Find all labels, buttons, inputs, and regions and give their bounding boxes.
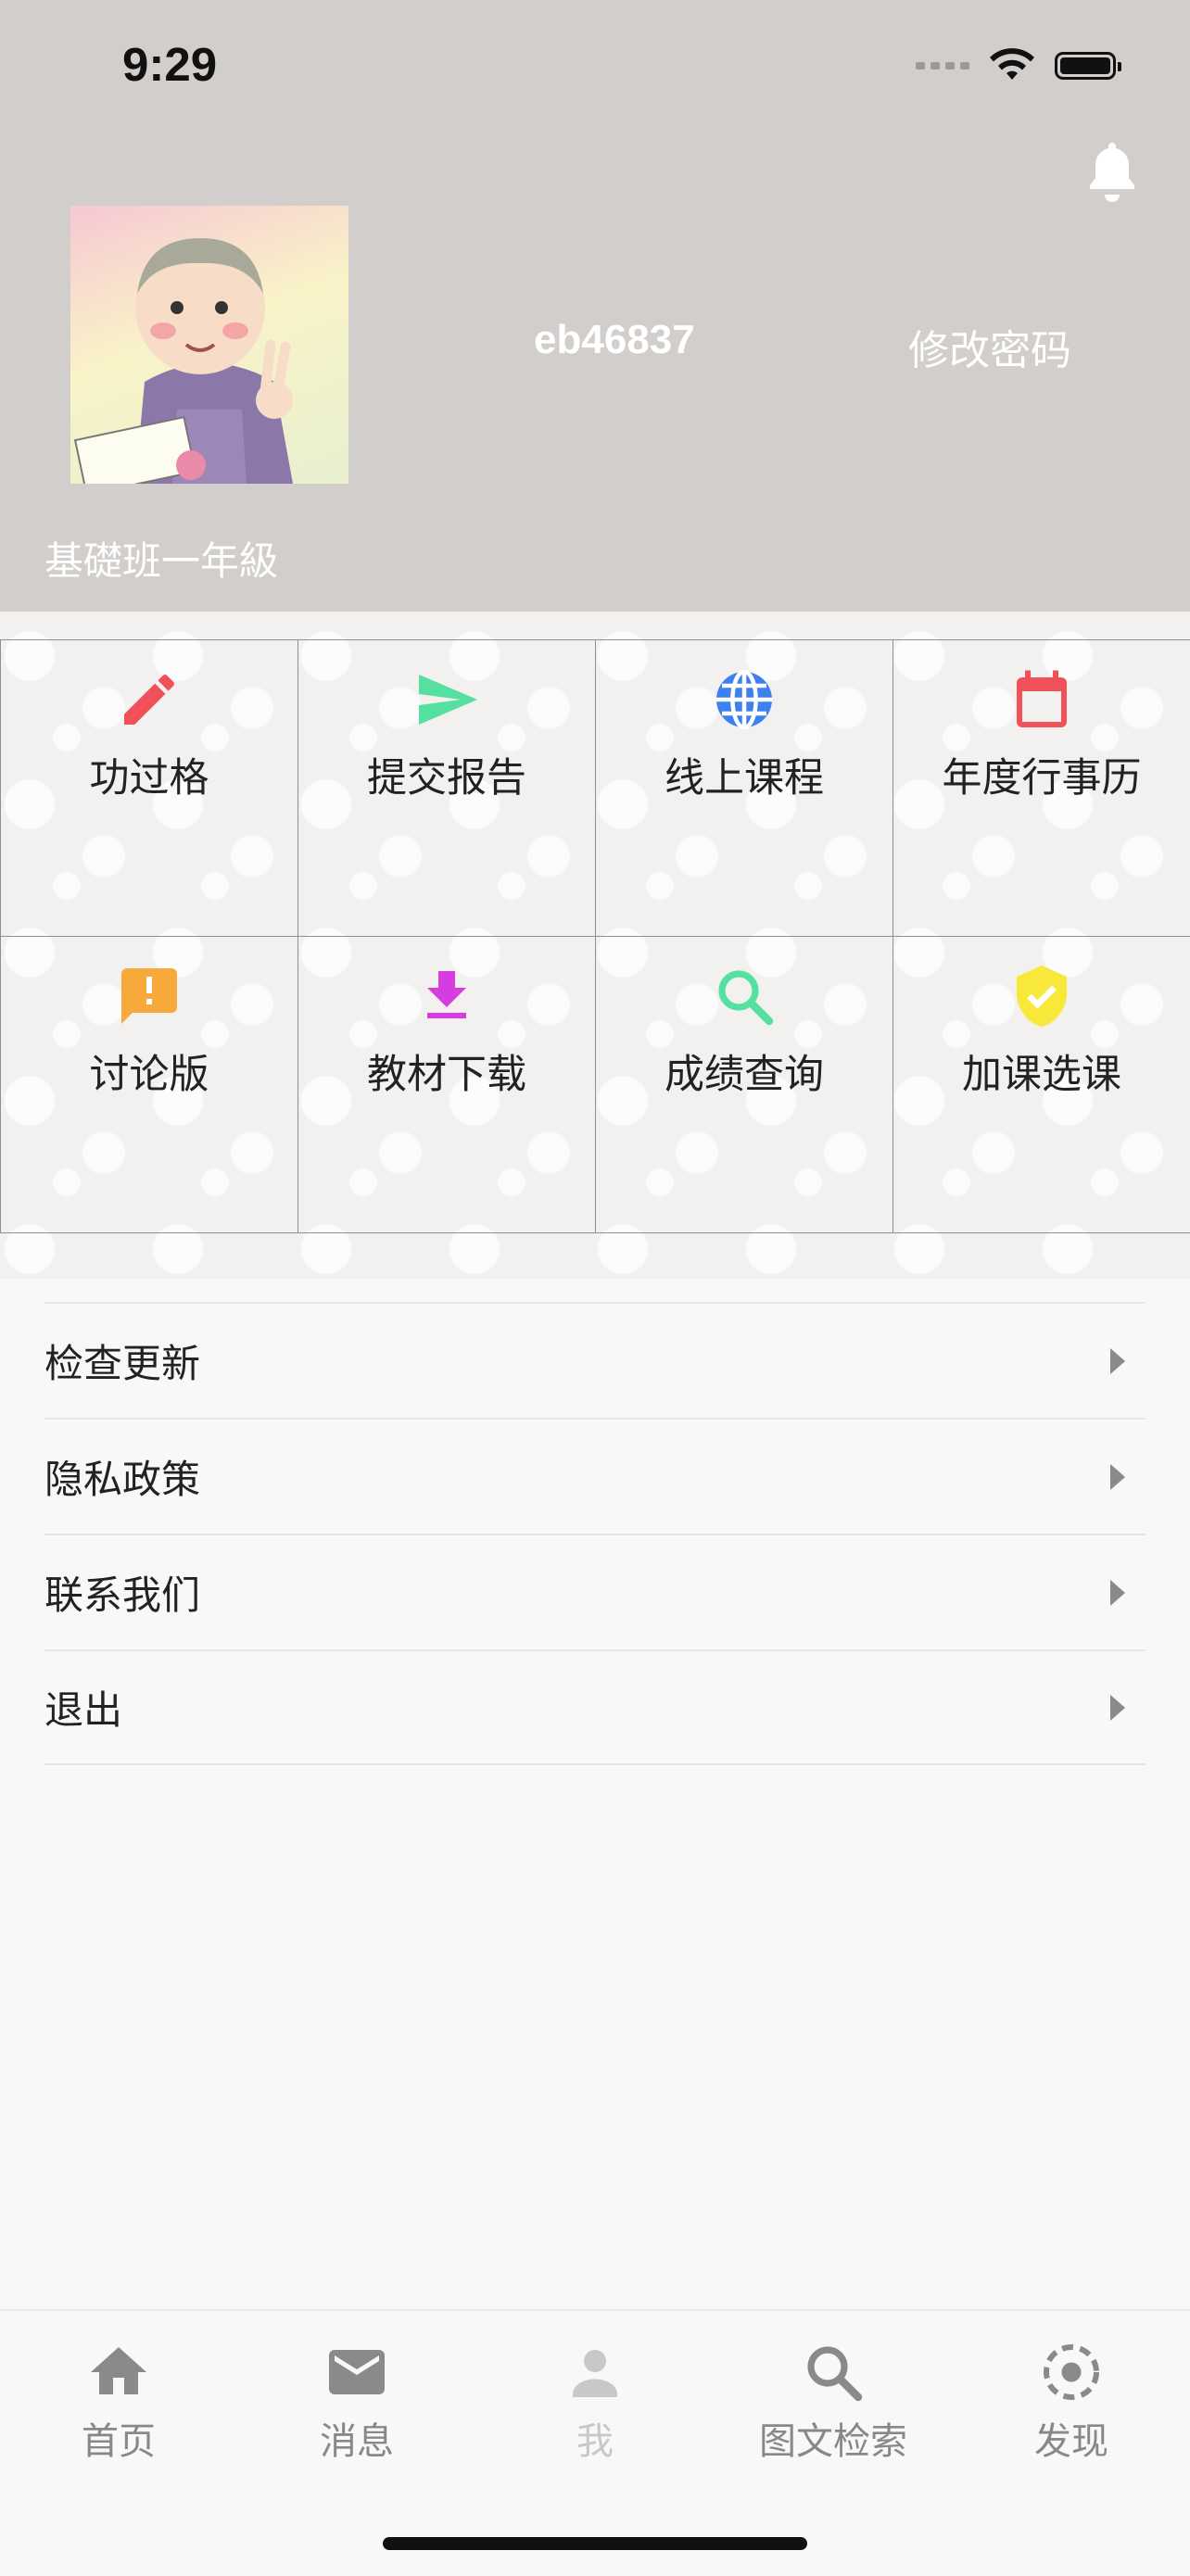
- chevron-right-icon: [1110, 1579, 1125, 1606]
- grid-item-label: 线上课程: [665, 755, 824, 802]
- menu-item-label: 联系我们: [44, 1572, 201, 1618]
- bell-icon[interactable]: [1084, 139, 1140, 204]
- grid-item-label: 提交报告: [367, 755, 526, 802]
- grid-item-material-download[interactable]: 教材下载: [298, 936, 596, 1233]
- shield-check-icon: [1017, 966, 1067, 1027]
- grid-item-merit-record[interactable]: 功过格: [0, 639, 298, 937]
- class-label: 基礎班一年級: [44, 538, 279, 584]
- grid-item-label: 教材下载: [367, 1052, 526, 1098]
- menu-item-label: 隐私政策: [44, 1457, 201, 1502]
- settings-list: 检查更新 隐私政策 联系我们 退出: [44, 1302, 1146, 1765]
- grid-item-annual-calendar[interactable]: 年度行事历: [892, 639, 1190, 937]
- grid-item-discussion-board[interactable]: 讨论版: [0, 936, 298, 1233]
- profile-header: 9:29 eb46837 修改密码 基礎班一年級: [0, 0, 1190, 612]
- grid-item-course-selection[interactable]: 加课选课: [892, 936, 1190, 1233]
- search-icon: [718, 970, 774, 1026]
- globe-icon: [716, 669, 772, 730]
- battery-icon: [1055, 52, 1121, 80]
- grid-item-label: 年度行事历: [942, 755, 1142, 802]
- menu-item-check-update[interactable]: 检查更新: [44, 1302, 1146, 1418]
- tab-label: 首页: [82, 2420, 156, 2463]
- tab-label: 发现: [1034, 2420, 1108, 2463]
- person-icon: [573, 2350, 617, 2397]
- change-password-button[interactable]: 修改密码: [908, 317, 1071, 376]
- tab-bar: 首页 消息 我 图文检索 发现: [0, 2309, 1190, 2576]
- grid-item-submit-report[interactable]: 提交报告: [298, 639, 596, 937]
- feedback-icon: [121, 968, 177, 1024]
- status-time: 9:29: [122, 38, 218, 91]
- grid-item-label: 功过格: [89, 755, 209, 802]
- tab-home[interactable]: 首页: [26, 2339, 211, 2465]
- pencil-icon: [124, 674, 175, 725]
- menu-item-logout[interactable]: 退出: [44, 1649, 1146, 1765]
- tab-me[interactable]: 我: [502, 2339, 688, 2465]
- menu-item-privacy-policy[interactable]: 隐私政策: [44, 1418, 1146, 1534]
- menu-item-contact-us[interactable]: 联系我们: [44, 1534, 1146, 1649]
- avatar[interactable]: [70, 206, 348, 484]
- calendar-icon: [1017, 670, 1067, 727]
- mail-icon: [329, 2350, 385, 2394]
- feature-grid-area: 功过格 提交报告 线上课程 年度行事历 讨论版 教材下载 成绩查询 加课选课: [0, 612, 1190, 1279]
- tab-label: 图文检索: [759, 2420, 907, 2463]
- grid-item-label: 讨论版: [89, 1052, 209, 1098]
- search-icon: [807, 2346, 863, 2402]
- username: eb46837: [534, 317, 695, 362]
- tab-label: 消息: [320, 2420, 394, 2463]
- grid-item-label: 成绩查询: [665, 1052, 824, 1098]
- menu-item-label: 检查更新: [44, 1341, 201, 1386]
- download-icon: [427, 971, 466, 1018]
- wifi-icon: [990, 48, 1034, 80]
- chevron-right-icon: [1110, 1463, 1125, 1490]
- grid-item-label: 加课选课: [962, 1052, 1121, 1098]
- discover-icon: [1044, 2344, 1099, 2400]
- avatar-illustration: [73, 238, 293, 484]
- tab-image-text-search[interactable]: 图文检索: [741, 2339, 926, 2465]
- chevron-right-icon: [1110, 1347, 1125, 1374]
- tab-messages[interactable]: 消息: [264, 2339, 449, 2465]
- home-icon: [91, 2347, 146, 2394]
- tab-label: 我: [576, 2420, 614, 2463]
- cellular-signal-icon: [916, 62, 969, 69]
- send-icon: [419, 675, 477, 725]
- status-icons: [916, 48, 1121, 83]
- grid-item-online-courses[interactable]: 线上课程: [595, 639, 893, 937]
- menu-item-label: 退出: [44, 1687, 123, 1733]
- chevron-right-icon: [1110, 1694, 1125, 1721]
- grid-item-grade-query[interactable]: 成绩查询: [595, 936, 893, 1233]
- home-indicator: [383, 2537, 807, 2550]
- tab-discover[interactable]: 发现: [979, 2339, 1164, 2465]
- feature-grid: 功过格 提交报告 线上课程 年度行事历 讨论版 教材下载 成绩查询 加课选课: [0, 639, 1190, 1233]
